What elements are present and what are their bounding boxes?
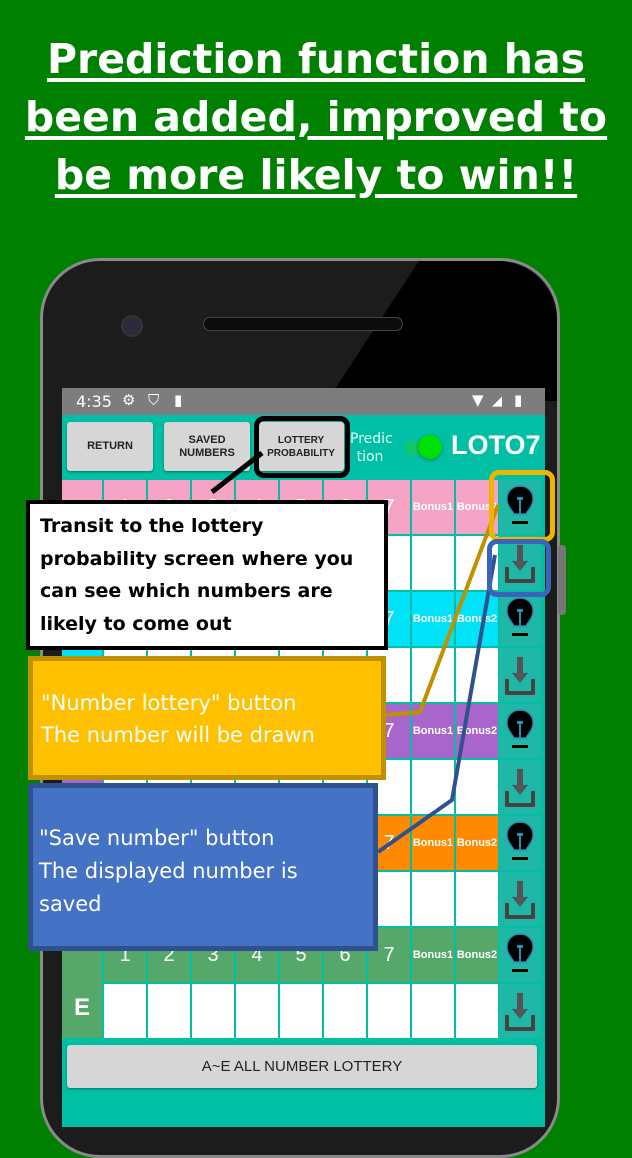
save-highlight xyxy=(487,539,551,597)
callout-line: saved xyxy=(39,892,102,916)
callout-line: The displayed number is xyxy=(39,859,298,883)
callout-line: The number will be drawn xyxy=(41,723,315,747)
save-callout: "Save number" button The displayed numbe… xyxy=(28,783,378,951)
lottery-connector xyxy=(385,504,500,717)
callout-line: "Save number" button xyxy=(39,826,275,850)
probability-callout: Transit to the lottery probability scree… xyxy=(26,500,388,650)
save-connector xyxy=(376,554,497,854)
probability-highlight xyxy=(254,416,350,478)
lottery-highlight xyxy=(489,470,555,542)
callout-line: "Number lottery" button xyxy=(41,691,297,715)
lottery-callout: "Number lottery" button The number will … xyxy=(28,656,386,780)
